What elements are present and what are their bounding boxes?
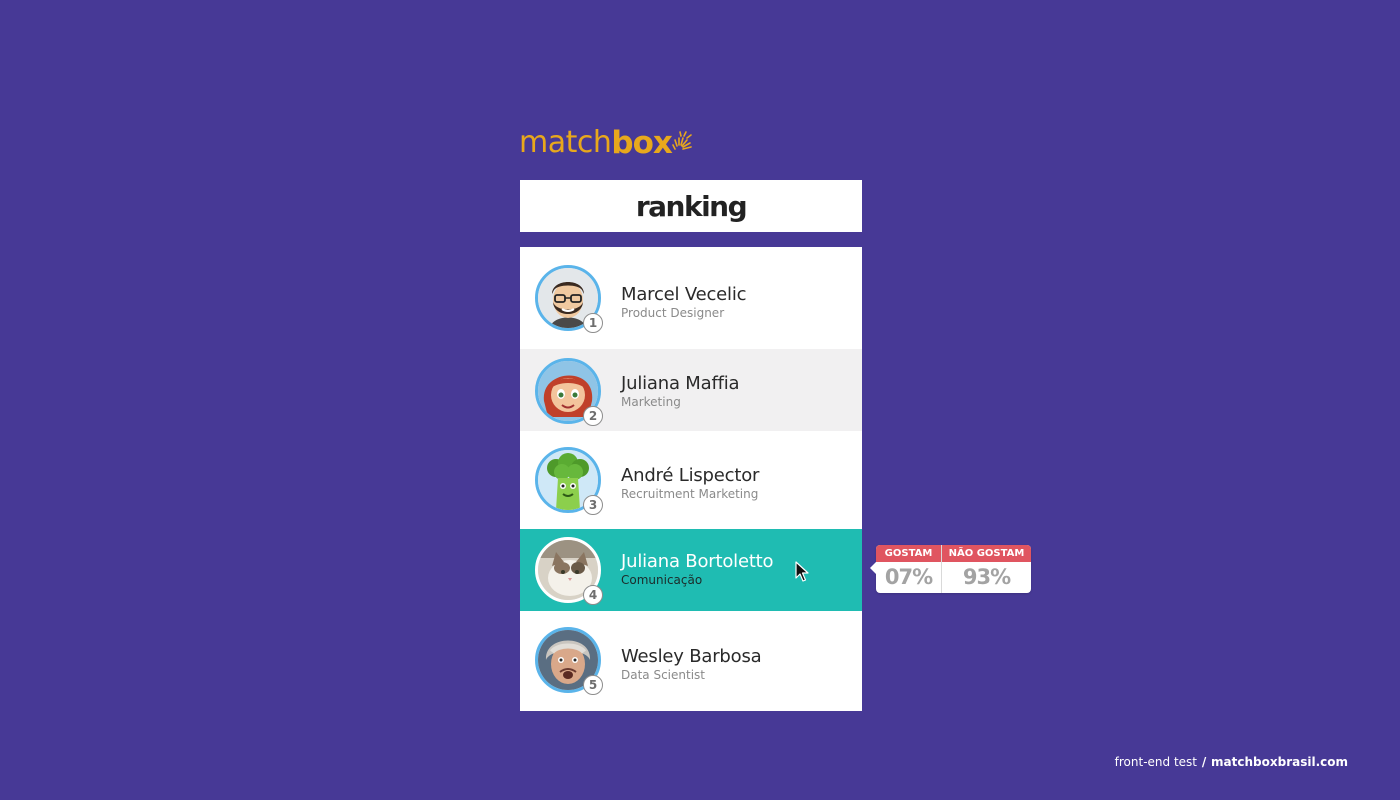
person-name: Wesley Barbosa [621,646,762,667]
avatar: 4 [535,537,603,605]
likes-value: 07% [884,565,933,589]
rank-badge: 2 [583,406,603,426]
mouse-cursor-icon [795,561,809,582]
ranking-row[interactable]: 3 André Lispector Recruitment Marketing [520,431,862,529]
person-info: André Lispector Recruitment Marketing [621,465,759,502]
person-info: Marcel Vecelic Product Designer [621,284,747,321]
person-role: Comunicação [621,573,703,587]
likes-column: GOSTAM 07% [876,545,942,593]
logo-text-match: match [519,125,612,160]
dislikes-label: NÃO GOSTAM [942,545,1031,562]
sparkle-icon [672,131,692,150]
avatar: 5 [535,627,603,695]
person-info: Juliana Bortoletto Comunicação [621,551,774,588]
likes-label: GOSTAM [876,545,941,562]
person-info: Juliana Maffia Marketing [621,373,740,410]
ranking-row[interactable]: 1 Marcel Vecelic Product Designer [520,247,862,349]
rank-badge: 3 [583,495,603,515]
ranking-row-selected[interactable]: 4 Juliana Bortoletto Comunicação [520,529,862,611]
person-name: Juliana Maffia [621,373,740,394]
dislikes-value: 93% [962,565,1011,589]
person-info: Wesley Barbosa Data Scientist [621,646,762,683]
ranking-row[interactable]: 2 Juliana Maffia Marketing [520,349,862,431]
person-role: Data Scientist [621,668,705,682]
person-role: Marketing [621,395,681,409]
person-name: André Lispector [621,465,760,486]
person-role: Product Designer [621,306,725,320]
footer-site-link[interactable]: matchboxbrasil.com [1211,755,1348,769]
footer: front-end test / matchboxbrasil.com [1115,755,1348,769]
page: match box ranking 1 Marcel Vecelic Produ… [0,0,1400,800]
ranking-row[interactable]: 5 Wesley Barbosa Data Scientist [520,611,862,711]
footer-text: front-end test [1114,755,1197,769]
avatar: 3 [535,447,603,515]
ranking-list: 1 Marcel Vecelic Product Designer 2 Juli… [520,247,862,711]
rank-badge: 4 [583,585,603,605]
footer-separator: / [1201,755,1207,769]
dislikes-column: NÃO GOSTAM 93% [942,545,1031,593]
rank-badge: 5 [583,675,603,695]
rank-badge: 1 [583,313,603,333]
avatar: 2 [535,358,603,426]
person-name: Marcel Vecelic [621,284,747,305]
avatar: 1 [535,265,603,333]
logo-text-box: box [611,125,672,161]
page-title: ranking [520,180,862,232]
matchbox-logo: match box [519,120,694,160]
person-role: Recruitment Marketing [621,487,759,501]
person-name: Juliana Bortoletto [621,551,774,572]
vote-tooltip: GOSTAM 07% NÃO GOSTAM 93% [870,545,1031,593]
